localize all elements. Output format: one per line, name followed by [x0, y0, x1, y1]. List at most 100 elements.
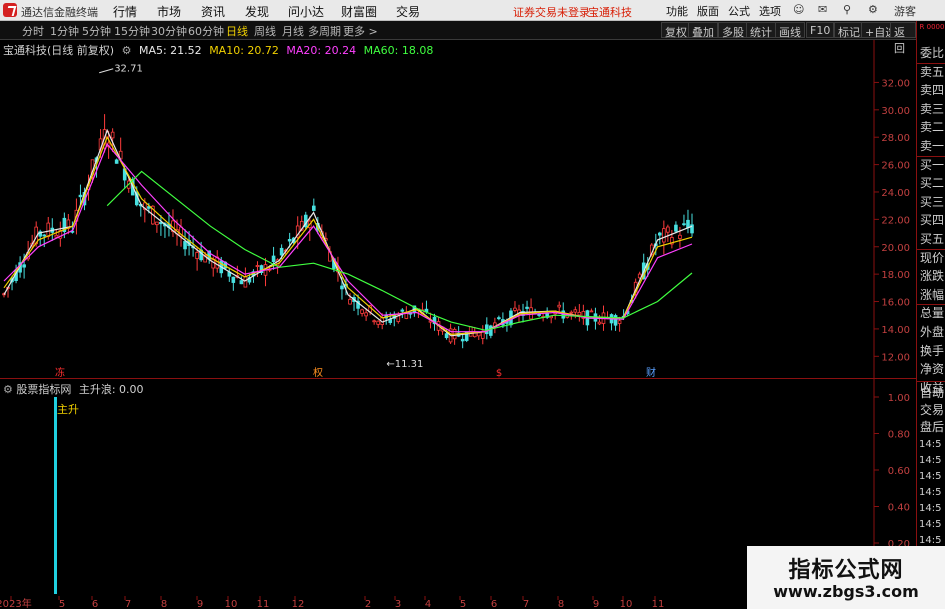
- indicator-tick-label: 1.00: [888, 393, 910, 404]
- candle-body: [513, 307, 517, 311]
- period-daily[interactable]: 日线: [226, 23, 248, 39]
- candle-body: [404, 312, 409, 319]
- quote-label: 卖一: [920, 139, 945, 153]
- period-weekly[interactable]: 周线: [254, 23, 276, 39]
- period-5min[interactable]: 5分钟: [82, 23, 111, 39]
- quote-label: 换手: [920, 343, 945, 358]
- menu-formula[interactable]: 公式: [728, 3, 750, 19]
- event-marker[interactable]: 财: [646, 366, 656, 379]
- back-button[interactable]: 返回: [890, 22, 916, 55]
- guest-login-button[interactable]: 游客: [894, 3, 916, 19]
- candle-body: [364, 312, 368, 317]
- feedback-icon[interactable]: ✉: [818, 3, 827, 16]
- chart-settings-icon[interactable]: ⚙: [122, 44, 132, 57]
- indicator-tick-label: 0.80: [888, 430, 910, 441]
- menu-item-discover[interactable]: 发现: [245, 3, 269, 20]
- period-monthly[interactable]: 月线: [282, 23, 304, 39]
- menu-layout[interactable]: 版面: [697, 3, 719, 19]
- date-tick-label: 11: [257, 599, 270, 609]
- menu-item-assistant[interactable]: 问小达: [288, 3, 324, 20]
- period-30min[interactable]: 30分钟: [151, 23, 187, 39]
- price-tick-label: 28.00: [881, 133, 910, 144]
- quote-label: 总量: [920, 306, 945, 321]
- quote-lower-label[interactable]: 交易: [920, 402, 944, 418]
- candle-body: [243, 276, 248, 288]
- date-tick-label: 4: [425, 599, 431, 609]
- search-icon[interactable]: ⚲: [843, 3, 851, 16]
- event-marker[interactable]: 冻: [55, 366, 65, 379]
- candle-body: [569, 311, 574, 314]
- date-tick-label: 2023年: [0, 597, 32, 609]
- app-logo-icon: [3, 3, 17, 17]
- trade-time: 14:5: [919, 487, 942, 498]
- quote-lower-label[interactable]: 自动: [920, 385, 944, 401]
- date-tick-label: 10: [620, 599, 633, 609]
- candle-body: [271, 255, 276, 263]
- kline-chart-canvas[interactable]: 32.71 ←11.31 12.00 14.00 16.00 18.00 20.00 22.…: [0, 40, 916, 379]
- event-marker[interactable]: 权: [313, 366, 323, 379]
- candle-body: [444, 333, 449, 339]
- trade-login-status[interactable]: 证券交易未登录: [513, 4, 590, 20]
- quote-divider: [917, 381, 945, 382]
- menu-item-news[interactable]: 资讯: [201, 3, 225, 20]
- kline-chart[interactable]: 32.71 ←11.31 12.00 14.00 16.00 18.00 20.00 22.…: [0, 40, 916, 379]
- candle-body: [239, 280, 244, 285]
- ma-line-ma5: [3, 128, 693, 337]
- quote-lower-label[interactable]: 盘后: [920, 419, 944, 435]
- quote-label: 外盘: [920, 325, 945, 339]
- period-1min[interactable]: 1分钟: [50, 23, 79, 39]
- event-marker[interactable]: $: [496, 368, 502, 379]
- ma5-label: MA5: 21.52: [138, 44, 202, 57]
- quote-label: 卖三: [920, 101, 945, 116]
- candle-body: [155, 221, 159, 226]
- price-tick-label: 32.00: [881, 78, 910, 89]
- date-tick-label: 6: [491, 599, 497, 609]
- candle-body: [682, 223, 686, 226]
- quote-panel: R 0000 委比 卖五 卖四 卖三 卖二 卖一 买一 买二 买三 买四 买五 现价 涨跌 涨幅 总量 外盘换…: [916, 21, 945, 609]
- user-icon[interactable]: ☺: [793, 3, 804, 16]
- menu-functions[interactable]: 功能: [666, 3, 688, 19]
- menu-options[interactable]: 选项: [759, 3, 781, 19]
- candle-body: [557, 304, 562, 308]
- draw-line-button[interactable]: 画线: [775, 22, 805, 39]
- period-60min[interactable]: 60分钟: [188, 23, 224, 39]
- ma20-label: MA20: 20.24: [286, 44, 357, 57]
- candle-body: [460, 338, 465, 342]
- candle-body: [376, 320, 380, 325]
- candle-body: [231, 276, 236, 283]
- price-tick-label: 16.00: [881, 298, 910, 309]
- date-tick-label: 10: [225, 599, 238, 609]
- date-tick-label: 9: [197, 599, 203, 609]
- ma-line-ma60: [106, 170, 693, 331]
- menu-item-quotes[interactable]: 行情: [113, 3, 137, 20]
- date-tick-label: 5: [460, 599, 466, 609]
- statistics-button[interactable]: 统计: [746, 22, 776, 39]
- menu-item-trade[interactable]: 交易: [396, 3, 420, 20]
- candle-body: [489, 325, 493, 336]
- candle-body: [312, 205, 316, 211]
- candle-body: [54, 234, 59, 238]
- trade-time: 14:5: [919, 439, 942, 450]
- candle-body: [183, 241, 187, 250]
- overlay-button[interactable]: 叠加: [688, 22, 718, 39]
- multi-stock-button[interactable]: 多股: [718, 22, 748, 39]
- period-more[interactable]: 更多 >: [343, 23, 378, 39]
- menu-item-market[interactable]: 市场: [157, 3, 181, 20]
- candle-body: [255, 265, 260, 267]
- f10-button[interactable]: F10: [806, 22, 835, 38]
- period-multi[interactable]: 多周期: [308, 23, 341, 39]
- settings-icon[interactable]: ⚙: [868, 3, 878, 16]
- candle-body: [287, 239, 292, 242]
- quote-label: 买五: [920, 232, 945, 246]
- quote-label: 涨跌: [920, 269, 945, 284]
- chart-title: 宝通科技(日线 前复权): [3, 44, 115, 57]
- app-title: 通达信金融终端: [21, 6, 98, 19]
- price-tick-label: 26.00: [881, 161, 910, 172]
- candle-body: [497, 317, 501, 320]
- period-15min[interactable]: 15分钟: [114, 23, 150, 39]
- period-intraday[interactable]: 分时: [22, 23, 44, 39]
- adjust-button[interactable]: 复权: [661, 22, 691, 39]
- mark-button[interactable]: 标记: [834, 22, 864, 39]
- price-tick-label: 30.00: [881, 106, 910, 117]
- menu-item-wealth-circle[interactable]: 财富圈: [341, 3, 377, 20]
